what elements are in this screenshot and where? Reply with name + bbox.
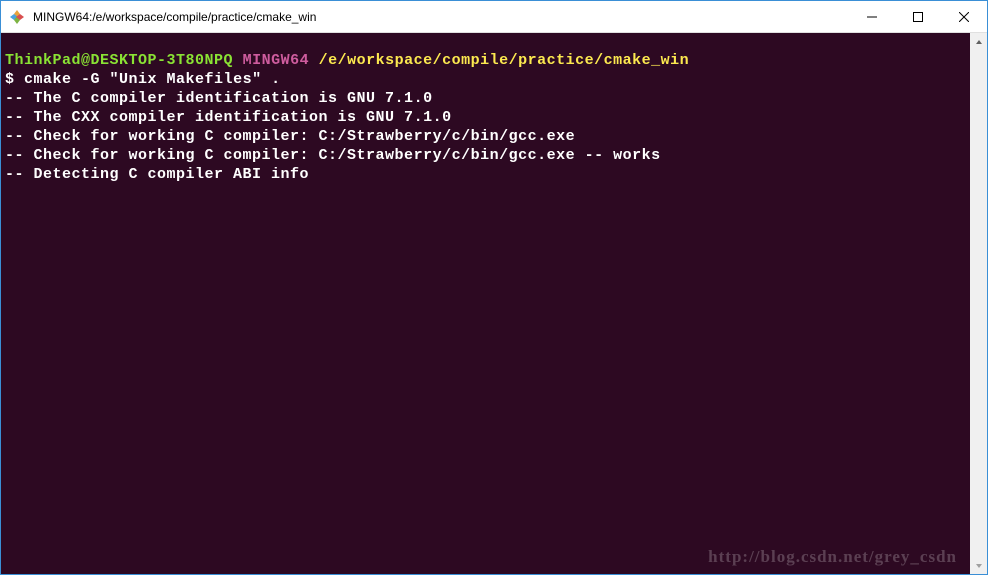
prompt-env: MINGW64 [243, 52, 310, 69]
terminal-output-area[interactable]: ThinkPad@DESKTOP-3T80NPQ MINGW64 /e/work… [1, 33, 970, 574]
output-line: -- Detecting C compiler ABI info [5, 165, 966, 184]
output-line: -- The C compiler identification is GNU … [5, 89, 966, 108]
terminal-body: ThinkPad@DESKTOP-3T80NPQ MINGW64 /e/work… [1, 33, 987, 574]
scroll-down-arrow-icon[interactable] [970, 557, 987, 574]
output-line: -- Check for working C compiler: C:/Stra… [5, 146, 966, 165]
prompt-path: /e/workspace/compile/practice/cmake_win [319, 52, 690, 69]
window-controls [849, 1, 987, 32]
command-text: cmake -G "Unix Makefiles" . [24, 71, 281, 88]
prompt-line: ThinkPad@DESKTOP-3T80NPQ MINGW64 /e/work… [5, 51, 966, 70]
vertical-scrollbar[interactable] [970, 33, 987, 574]
watermark-text: http://blog.csdn.net/grey_csdn [708, 547, 957, 566]
scroll-up-arrow-icon[interactable] [970, 33, 987, 50]
window-title: MINGW64:/e/workspace/compile/practice/cm… [33, 10, 849, 24]
command-line: $ cmake -G "Unix Makefiles" . [5, 70, 966, 89]
close-button[interactable] [941, 1, 987, 32]
prompt-symbol: $ [5, 71, 15, 88]
scroll-track[interactable] [970, 50, 987, 557]
maximize-button[interactable] [895, 1, 941, 32]
titlebar[interactable]: MINGW64:/e/workspace/compile/practice/cm… [1, 1, 987, 33]
output-line: -- Check for working C compiler: C:/Stra… [5, 127, 966, 146]
output-line: -- The CXX compiler identification is GN… [5, 108, 966, 127]
prompt-user-host: ThinkPad@DESKTOP-3T80NPQ [5, 52, 233, 69]
terminal-window: MINGW64:/e/workspace/compile/practice/cm… [0, 0, 988, 575]
app-icon [9, 9, 25, 25]
minimize-button[interactable] [849, 1, 895, 32]
